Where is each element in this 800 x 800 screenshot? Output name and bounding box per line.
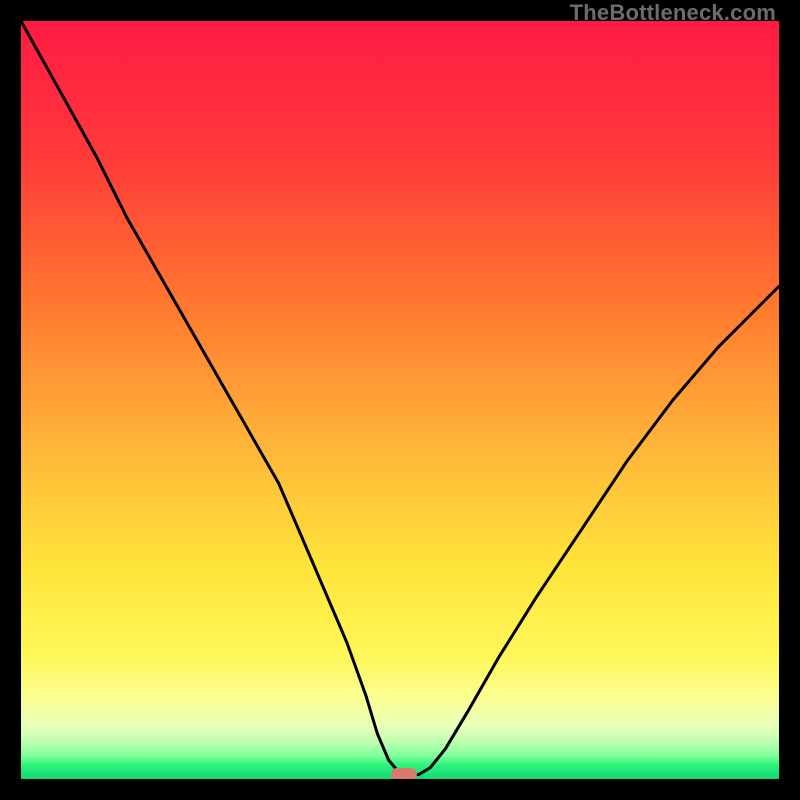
plot-area	[21, 21, 779, 779]
background-gradient	[21, 21, 779, 779]
chart-frame: TheBottleneck.com	[0, 0, 800, 800]
